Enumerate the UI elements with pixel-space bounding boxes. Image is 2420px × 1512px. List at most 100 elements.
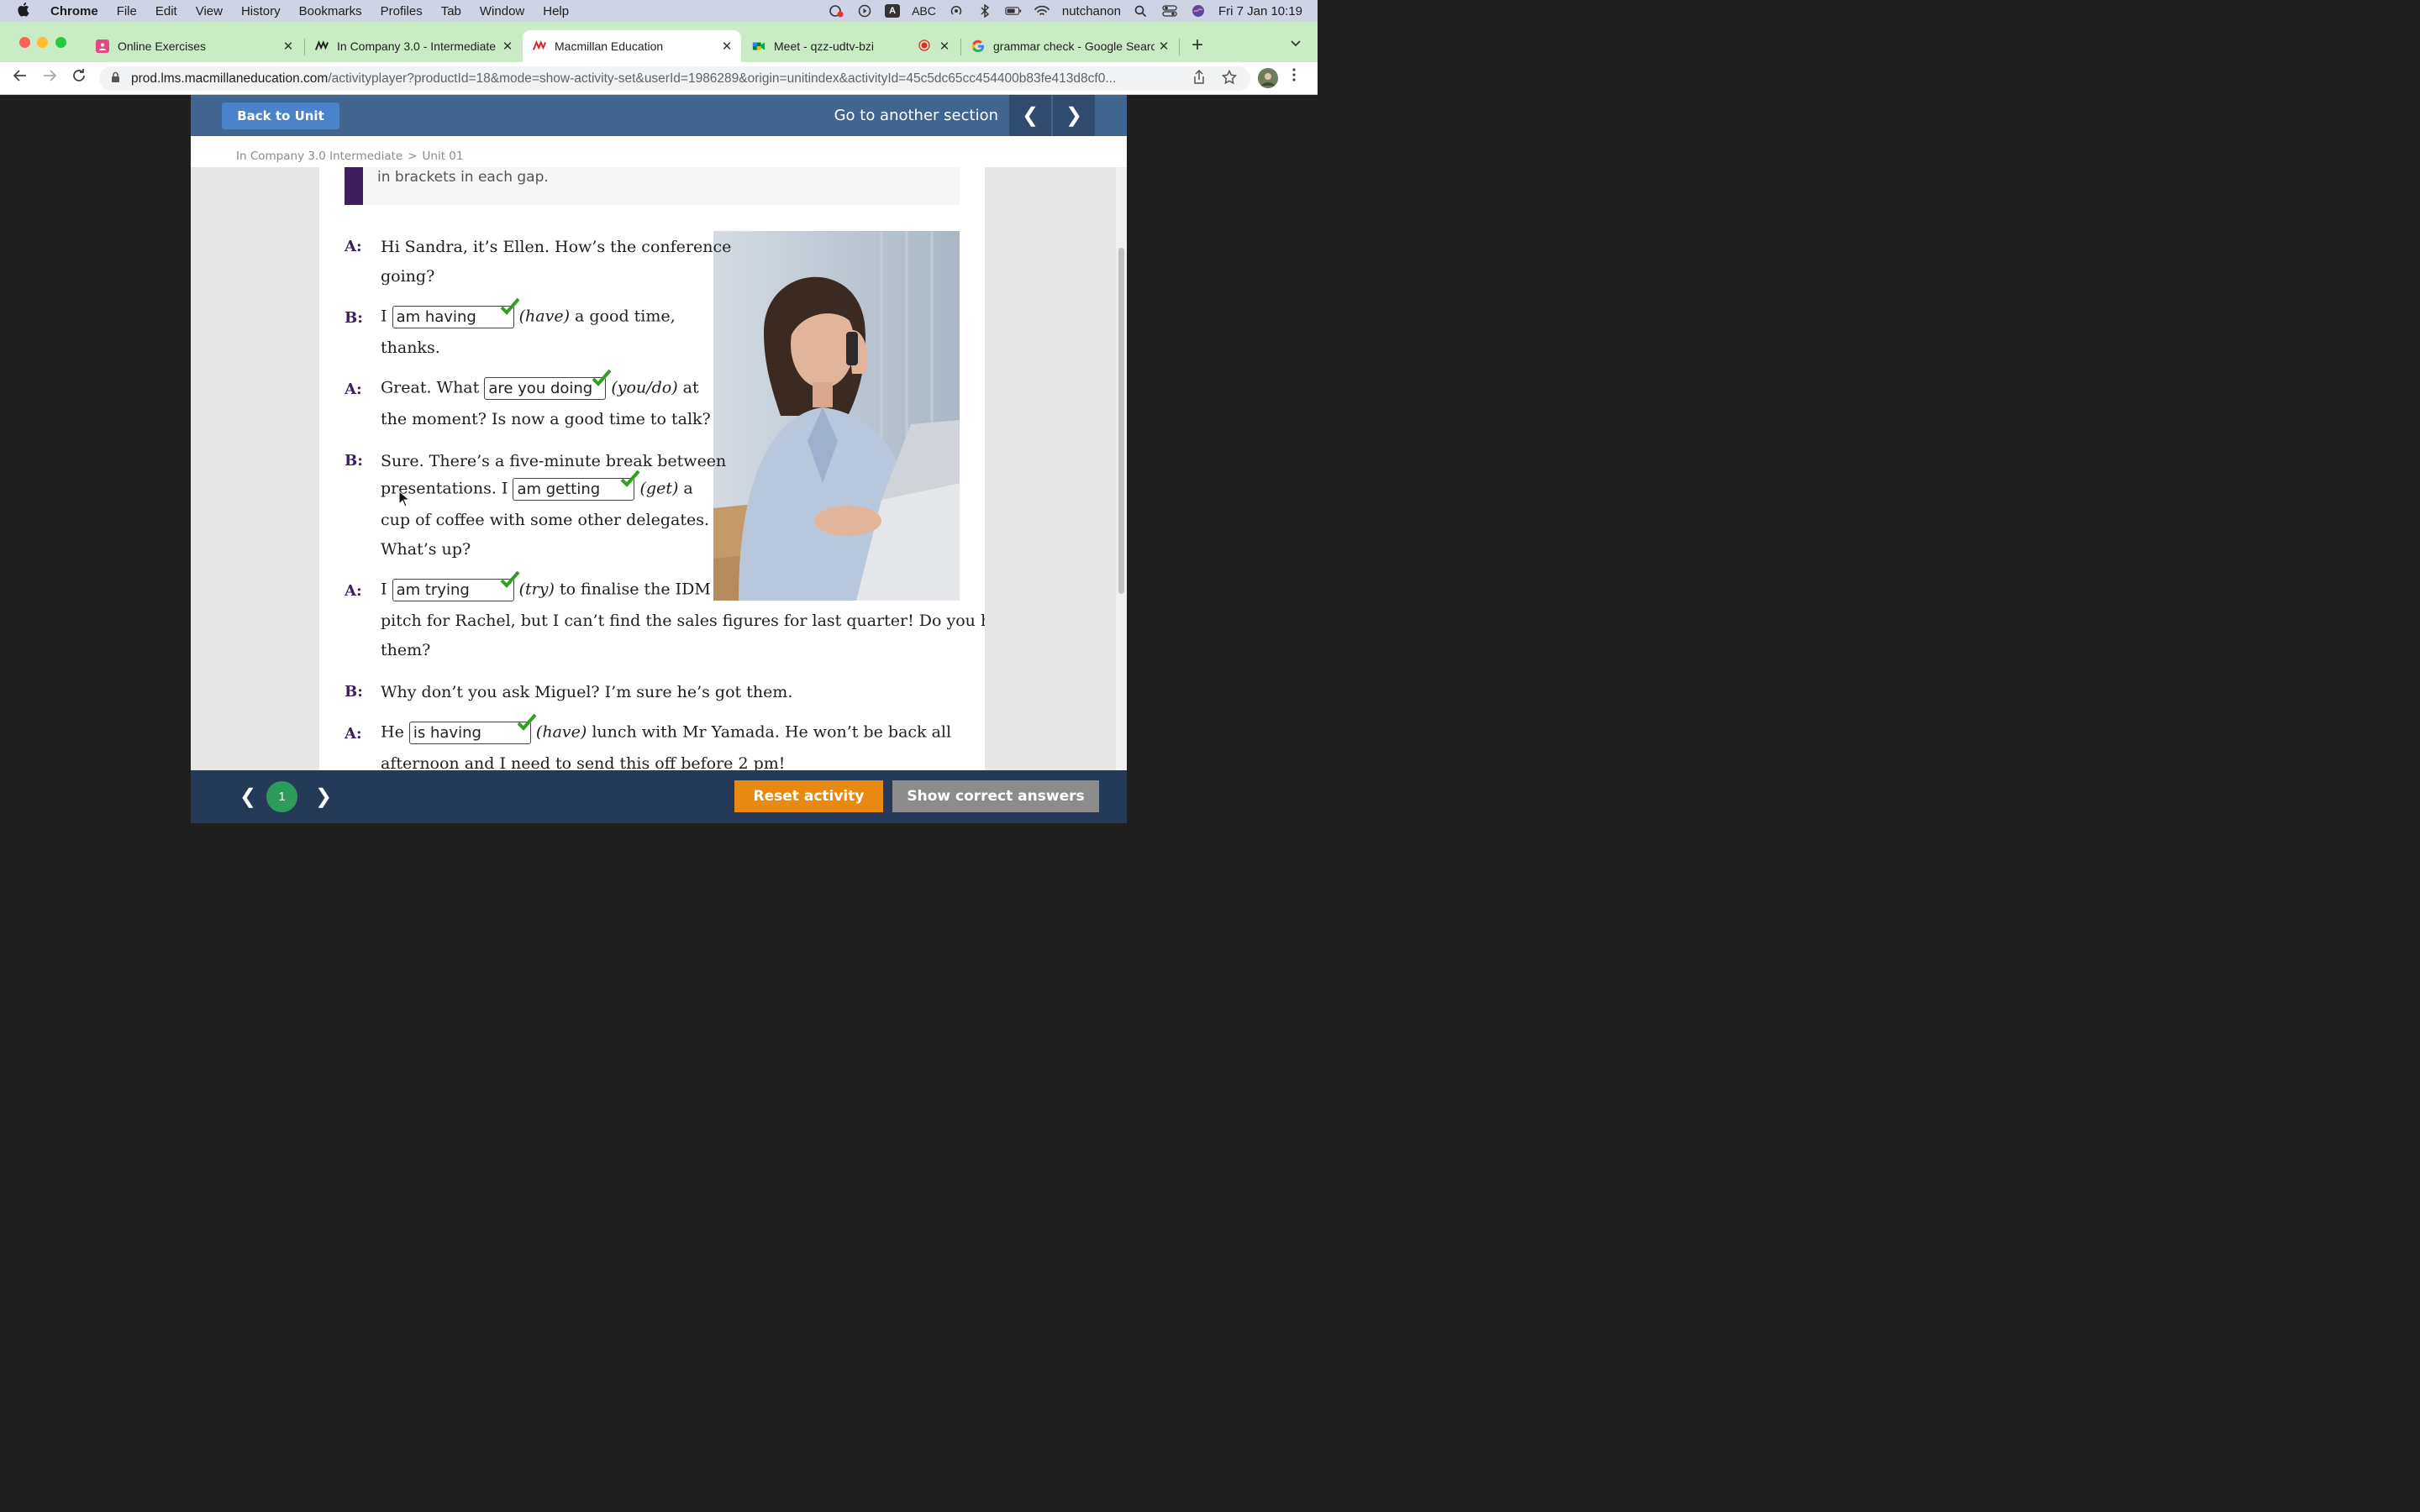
- gap-answer-text: is having: [413, 724, 481, 742]
- correct-check-icon: [620, 469, 640, 489]
- url-text[interactable]: prod.lms.macmillaneducation.com/activity…: [131, 71, 1190, 87]
- airdrop-icon[interactable]: [948, 4, 965, 18]
- menu-window[interactable]: Window: [480, 4, 524, 18]
- macos-menubar: Chrome File Edit View History Bookmarks …: [0, 0, 1318, 22]
- tab-separator: [1179, 39, 1180, 55]
- tab-search-chevron-icon[interactable]: [1291, 37, 1301, 50]
- menu-profiles[interactable]: Profiles: [381, 4, 423, 18]
- instructions-accent-bar: [345, 167, 363, 205]
- control-center-icon[interactable]: [1161, 4, 1178, 18]
- bluetooth-icon[interactable]: [976, 4, 993, 18]
- spotlight-search-icon[interactable]: [1133, 4, 1150, 18]
- answer-gap-5[interactable]: is having: [408, 713, 537, 744]
- menu-bookmarks[interactable]: Bookmarks: [299, 4, 362, 18]
- tab-macmillan-education[interactable]: Macmillan Education ✕: [523, 30, 741, 62]
- input-source-icon[interactable]: A: [885, 4, 901, 18]
- pre-text: I: [381, 307, 387, 326]
- activity-player: Back to Unit Go to another section ❮ ❯ I…: [191, 95, 1127, 823]
- apple-menu-icon[interactable]: [17, 2, 35, 21]
- bookmark-star-icon[interactable]: [1221, 69, 1238, 89]
- previous-section-button[interactable]: ❮: [1009, 95, 1051, 136]
- back-to-unit-button[interactable]: Back to Unit: [222, 102, 339, 129]
- breadcrumb-bar: In Company 3.0 Intermediate > Unit 01: [191, 136, 1127, 167]
- lock-icon[interactable]: [111, 71, 124, 86]
- share-icon[interactable]: [1193, 69, 1205, 89]
- menu-view[interactable]: View: [196, 4, 223, 18]
- vertical-scrollbar[interactable]: [1116, 167, 1127, 770]
- siri-icon[interactable]: [1190, 4, 1207, 18]
- reload-icon[interactable]: [69, 68, 89, 88]
- dialogue-line: going?: [381, 267, 435, 286]
- answer-gap-1[interactable]: am having: [392, 297, 520, 328]
- next-section-button[interactable]: ❯: [1053, 95, 1095, 136]
- dialogue-line: What’s up?: [381, 540, 471, 559]
- browser-tab-strip: Online Exercises ✕ In Company 3.0 - Inte…: [0, 22, 1318, 62]
- answer-gap-2[interactable]: are you doing: [484, 369, 612, 400]
- tab-close-icon[interactable]: ✕: [1155, 39, 1173, 54]
- wifi-icon[interactable]: [1034, 4, 1050, 18]
- window-minimize-button[interactable]: [37, 37, 48, 48]
- post-text: a good time,: [575, 307, 676, 326]
- page-number-badge[interactable]: 1: [266, 781, 297, 812]
- battery-icon[interactable]: [1005, 4, 1022, 18]
- address-bar[interactable]: prod.lms.macmillaneducation.com/activity…: [99, 66, 1250, 91]
- dialogue-line: Sure. There’s a five-minute break betwee…: [381, 452, 727, 470]
- next-page-button[interactable]: ❯: [315, 785, 332, 809]
- forward-arrow-icon[interactable]: [39, 68, 60, 88]
- tab-close-icon[interactable]: ✕: [718, 39, 736, 54]
- tab-google-search[interactable]: grammar check - Google Search ✕: [961, 30, 1178, 62]
- window-close-button[interactable]: [19, 37, 30, 48]
- menu-file[interactable]: File: [117, 4, 137, 18]
- input-source-label[interactable]: ABC: [912, 4, 936, 18]
- dialogue-line: Hi Sandra, it’s Ellen. How’s the confere…: [381, 238, 732, 256]
- breadcrumb-course[interactable]: In Company 3.0 Intermediate: [236, 150, 402, 163]
- tab-title: Meet - qzz-udtv-bzi: [774, 39, 875, 53]
- new-tab-plus-icon[interactable]: +: [1192, 34, 1203, 57]
- pre-text: Great. What: [381, 378, 480, 397]
- url-host: prod.lms.macmillaneducation.com: [131, 71, 329, 86]
- tab-close-icon[interactable]: ✕: [279, 39, 297, 54]
- go-to-another-section-label[interactable]: Go to another section: [834, 107, 998, 124]
- menubar-clock[interactable]: Fri 7 Jan 10:19: [1218, 4, 1302, 18]
- previous-page-button[interactable]: ❮: [239, 785, 256, 809]
- answer-gap-3[interactable]: am getting: [513, 470, 640, 501]
- dialogue-line: He is having (have) lunch with Mr Yamada…: [381, 713, 951, 744]
- chrome-menu-kebab-icon[interactable]: [1292, 68, 1296, 86]
- menu-app-name[interactable]: Chrome: [50, 4, 98, 18]
- menu-tab[interactable]: Tab: [441, 4, 461, 18]
- tab-online-exercises[interactable]: Online Exercises ✕: [86, 30, 302, 62]
- profile-avatar[interactable]: [1258, 68, 1278, 88]
- tab-title: Macmillan Education: [555, 39, 664, 53]
- correct-check-icon: [500, 297, 520, 317]
- play-circle-icon[interactable]: [856, 4, 873, 18]
- menu-edit[interactable]: Edit: [155, 4, 177, 18]
- macmillan-favicon-icon: [533, 39, 546, 53]
- back-arrow-icon[interactable]: [10, 68, 30, 88]
- google-meet-favicon-icon: [752, 39, 765, 53]
- pre-text: I: [381, 580, 387, 599]
- answer-gap-4[interactable]: am trying: [392, 570, 520, 601]
- tab-close-icon[interactable]: ✕: [498, 39, 517, 54]
- menubar-username[interactable]: nutchanon: [1062, 4, 1121, 18]
- tab-google-meet[interactable]: Meet - qzz-udtv-bzi ✕: [742, 30, 959, 62]
- window-zoom-button[interactable]: [55, 37, 66, 48]
- screen-record-icon[interactable]: [828, 4, 844, 18]
- dialogue-line: afternoon and I need to send this off be…: [381, 754, 786, 770]
- post-text: at: [682, 378, 699, 397]
- tab-in-company[interactable]: In Company 3.0 - Intermediate ✕: [305, 30, 522, 62]
- reset-activity-button[interactable]: Reset activity: [734, 780, 883, 812]
- correct-check-icon: [592, 368, 612, 388]
- scrollbar-thumb[interactable]: [1118, 248, 1124, 594]
- tab-title: In Company 3.0 - Intermediate: [337, 39, 497, 53]
- menu-history[interactable]: History: [241, 4, 281, 18]
- verb-prompt: (try): [518, 580, 555, 599]
- online-exercises-favicon-icon: [96, 39, 109, 53]
- menu-help[interactable]: Help: [543, 4, 569, 18]
- tab-title: grammar check - Google Search: [993, 39, 1155, 53]
- page-viewport: Back to Unit Go to another section ❮ ❯ I…: [0, 95, 1318, 823]
- show-correct-answers-button[interactable]: Show correct answers: [892, 780, 1099, 812]
- tab-close-icon[interactable]: ✕: [935, 39, 954, 54]
- breadcrumb-unit[interactable]: Unit 01: [423, 150, 464, 163]
- woman-on-phone-photo: [713, 231, 960, 601]
- mouse-cursor-icon: [398, 490, 411, 507]
